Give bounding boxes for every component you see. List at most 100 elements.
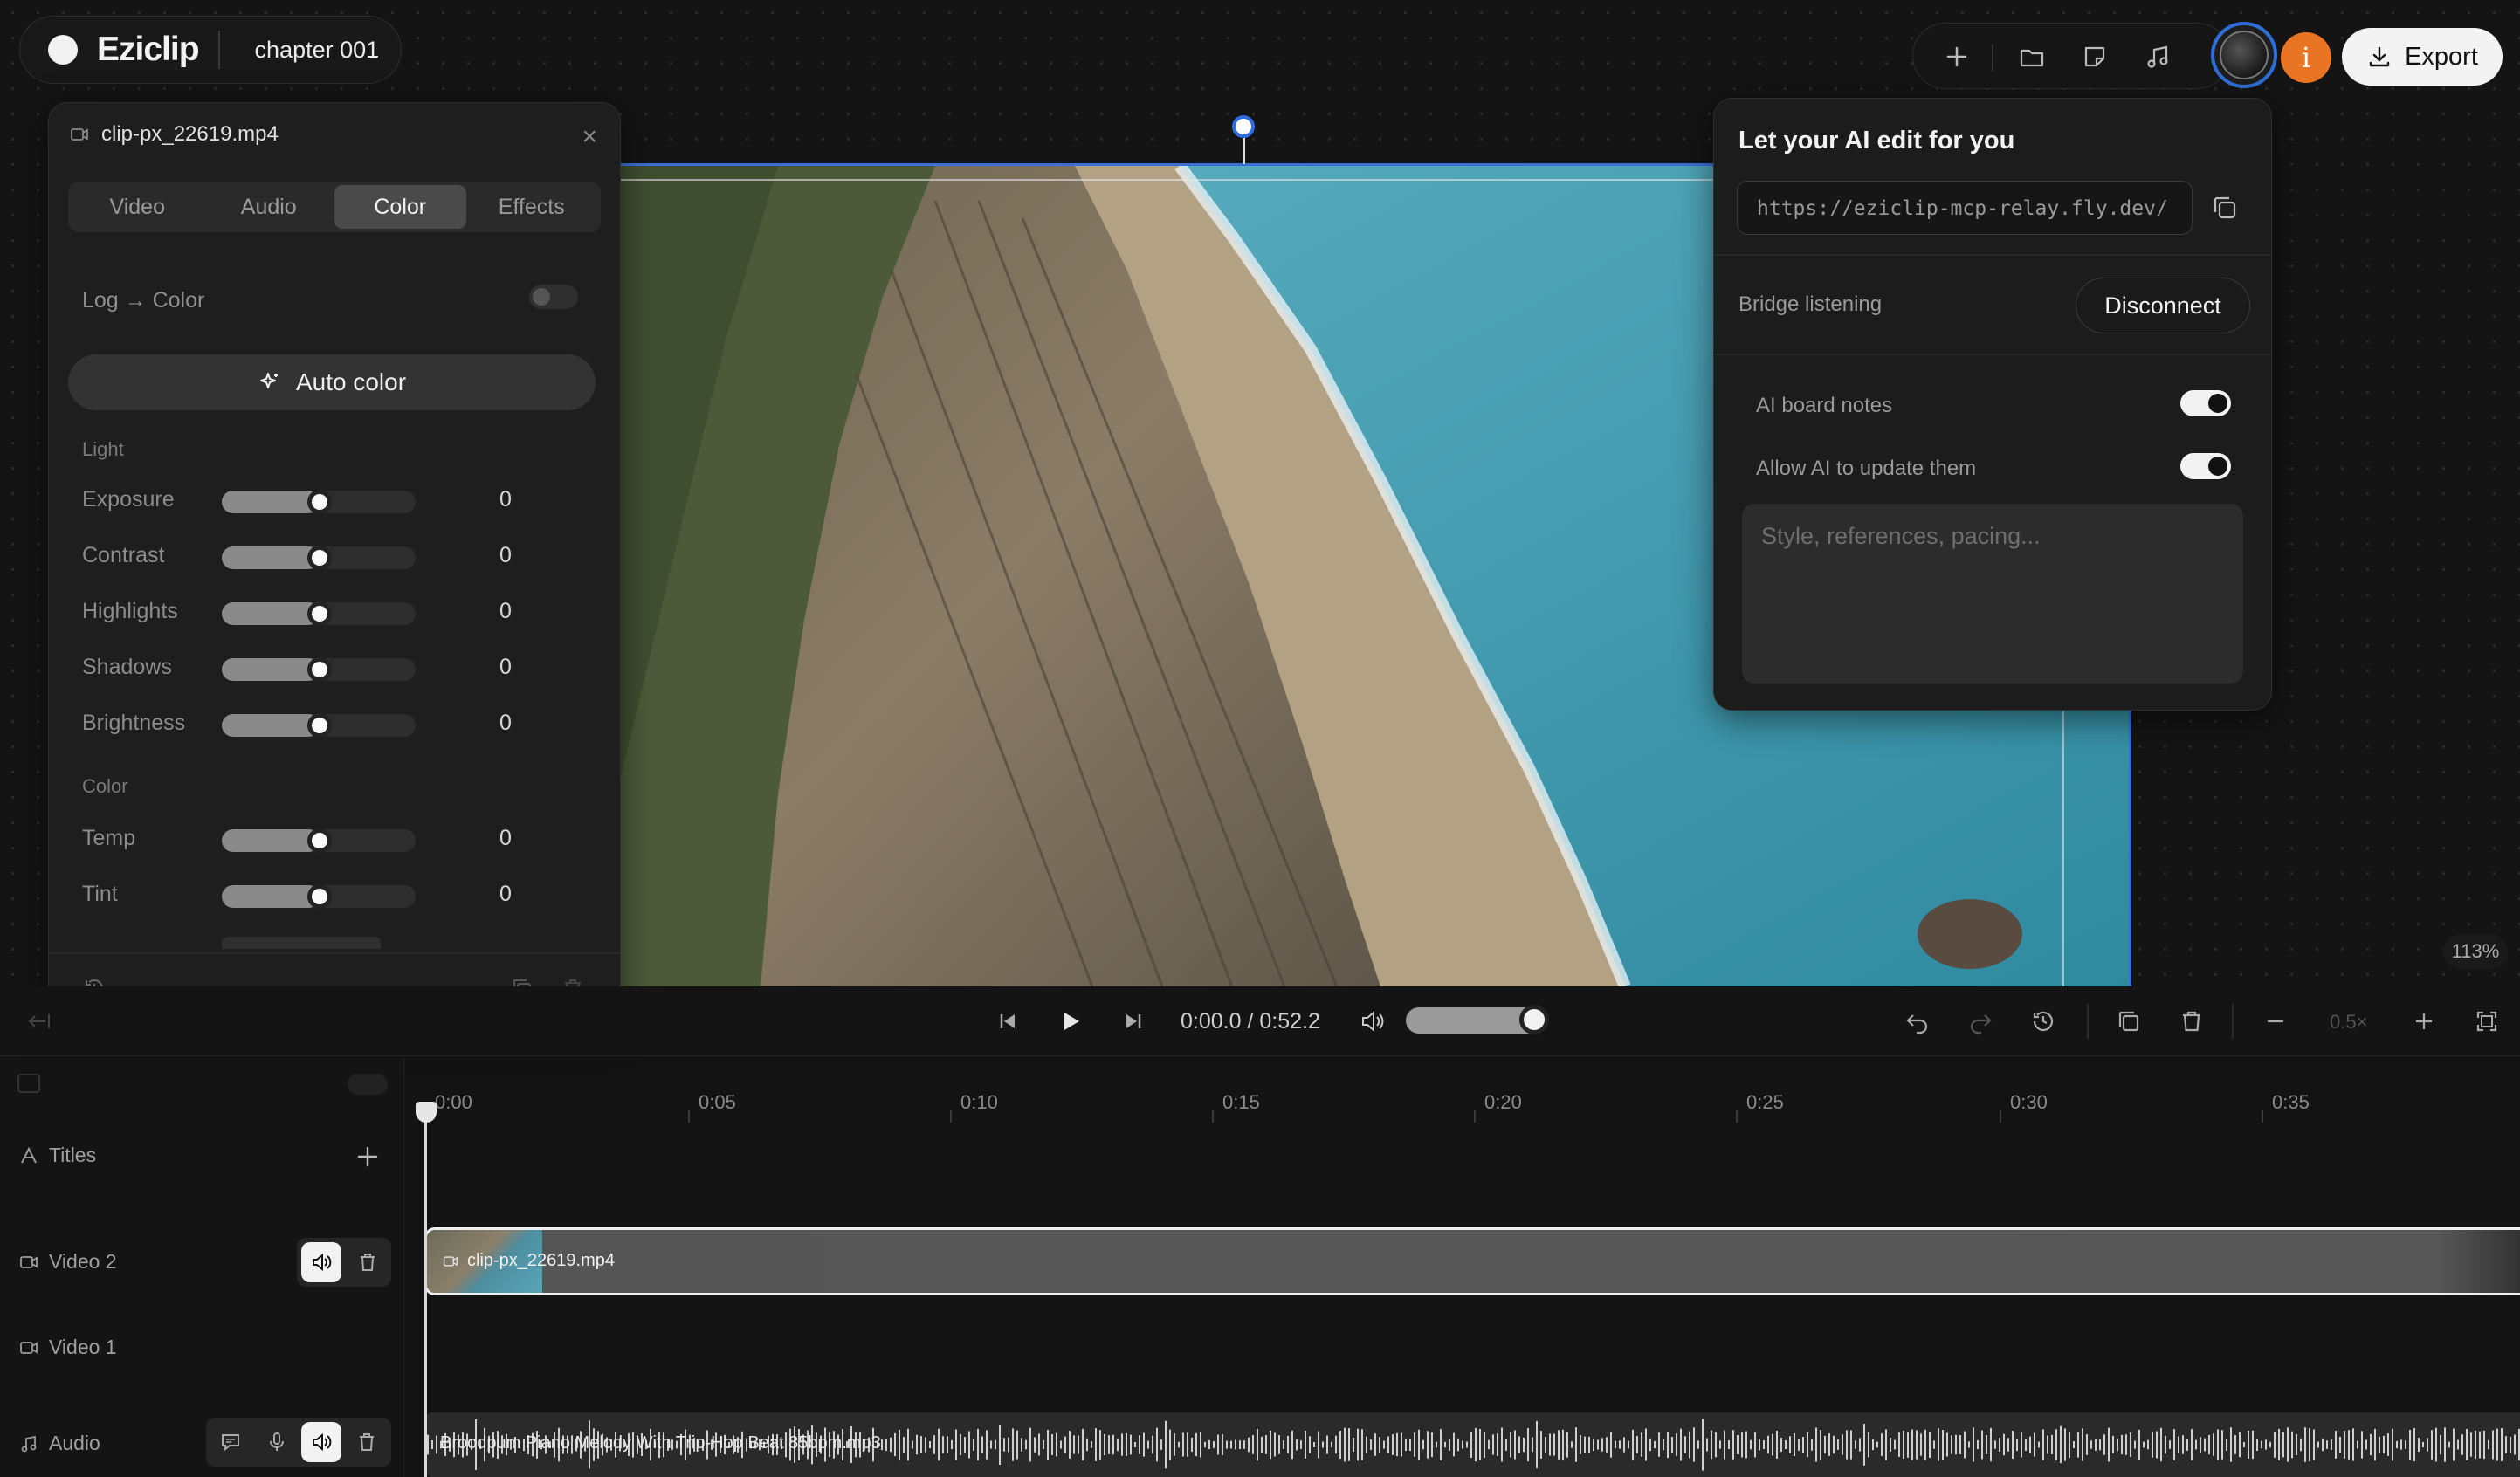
slider-knob[interactable] <box>307 601 332 626</box>
ruler-mark <box>950 1110 952 1123</box>
disconnect-button[interactable]: Disconnect <box>2076 278 2250 333</box>
ruler-mark <box>688 1110 690 1123</box>
volume-icon[interactable] <box>1359 1007 1387 1035</box>
slider-knob[interactable] <box>307 828 332 853</box>
slider-knob[interactable] <box>307 546 332 570</box>
rotate-handle[interactable] <box>1232 115 1255 138</box>
add-title-icon[interactable] <box>353 1142 382 1171</box>
highlights-row: Highlights 0 <box>82 594 571 629</box>
bridge-status: Bridge listening <box>1739 292 1883 316</box>
fit-screen-icon[interactable] <box>2473 1007 2501 1035</box>
sticky-note-icon[interactable] <box>2079 41 2110 72</box>
project-name[interactable]: chapter 001 <box>255 37 380 64</box>
zoom-out-icon[interactable] <box>2262 1007 2289 1035</box>
info-button[interactable]: i <box>2281 32 2331 83</box>
transport-divider <box>2087 1004 2089 1039</box>
slider-knob[interactable] <box>307 713 332 738</box>
track-label: Video 1 <box>49 1336 117 1358</box>
snap-toggle[interactable] <box>348 1074 388 1095</box>
slider-label: Contrast <box>82 543 165 567</box>
slider-knob[interactable] <box>307 490 332 514</box>
video-icon <box>443 1255 458 1267</box>
history-icon[interactable] <box>2029 1007 2057 1035</box>
track-label: Audio <box>49 1432 100 1454</box>
style-notes-textarea[interactable]: Style, references, pacing... <box>1742 504 2243 684</box>
sparkles-icon <box>259 373 278 388</box>
video-icon <box>20 1341 38 1354</box>
tab-color[interactable]: Color <box>334 185 466 229</box>
transport-bar: 0:00.0 / 0:52.2 0.5× <box>0 986 2520 1056</box>
microphone-icon[interactable] <box>257 1422 297 1462</box>
audio-clip-name: Broodpum Piano Melody With Trip-Hop Beat… <box>440 1433 881 1453</box>
board-notes-toggle[interactable] <box>2180 390 2231 416</box>
close-icon[interactable]: × <box>582 122 597 152</box>
tint-slider[interactable] <box>222 884 416 909</box>
ruler-mark <box>1736 1110 1738 1123</box>
ruler-label: 0:35 <box>2272 1091 2310 1113</box>
slider-label: Temp <box>82 826 136 850</box>
music-icon[interactable] <box>2142 41 2173 72</box>
tab-audio[interactable]: Audio <box>203 185 335 229</box>
relay-url-field[interactable]: https://eziclip-mcp-relay.fly.dev/ <box>1737 181 2193 235</box>
slider-value: 0 <box>499 826 512 850</box>
contrast-slider[interactable] <box>222 546 416 570</box>
log-to-color-toggle[interactable] <box>529 285 578 309</box>
allow-update-label: Allow AI to update them <box>1756 457 1977 480</box>
auto-color-button[interactable]: Auto color <box>68 354 596 410</box>
clip-label: clip-px_22619.mp4 <box>443 1251 615 1271</box>
download-icon <box>2369 46 2390 67</box>
playback-time: 0:00.0 / 0:52.2 <box>1181 1009 1320 1034</box>
folder-icon[interactable] <box>2016 41 2048 72</box>
logo-dot-icon <box>48 35 78 65</box>
playhead-handle[interactable] <box>416 1102 437 1123</box>
color-section-label: Color <box>82 775 128 797</box>
app-name: Eziclip <box>97 31 200 68</box>
trash-icon[interactable] <box>2178 1007 2206 1035</box>
volume-knob[interactable] <box>1519 1005 1549 1034</box>
light-section-label: Light <box>82 438 124 460</box>
slider-label: Tint <box>82 882 118 906</box>
undo-icon[interactable] <box>1904 1007 1931 1035</box>
plus-icon[interactable] <box>1941 41 1973 72</box>
video-2-audio-button[interactable] <box>301 1242 341 1282</box>
ruler-label: 0:05 <box>699 1091 736 1113</box>
tab-effects[interactable]: Effects <box>466 185 598 229</box>
exposure-slider[interactable] <box>222 490 416 514</box>
allow-update-toggle[interactable] <box>2180 453 2231 479</box>
log-to-color-label: Log → Color <box>82 288 205 313</box>
clip-filename: clip-px_22619.mp4 <box>101 122 279 146</box>
ruler-label: 0:15 <box>1222 1091 1260 1113</box>
play-icon[interactable] <box>1057 1007 1084 1035</box>
video-2-delete-icon[interactable] <box>348 1242 388 1282</box>
brightness-slider[interactable] <box>222 713 416 738</box>
clip-title: clip-px_22619.mp4 <box>70 122 279 147</box>
ruler-mark <box>1212 1110 1214 1123</box>
shadows-slider[interactable] <box>222 657 416 682</box>
captions-icon[interactable] <box>17 1074 40 1093</box>
skip-back-icon[interactable] <box>994 1007 1022 1035</box>
ai-orb-icon <box>2220 31 2269 79</box>
audio-delete-icon[interactable] <box>347 1422 387 1462</box>
zoom-in-icon[interactable] <box>2410 1007 2438 1035</box>
video-clip[interactable]: clip-px_22619.mp4 <box>424 1227 2520 1295</box>
temp-slider[interactable] <box>222 828 416 853</box>
export-button[interactable]: Export <box>2342 28 2503 86</box>
duplicate-icon[interactable] <box>2115 1007 2143 1035</box>
copy-icon[interactable] <box>2210 193 2240 223</box>
skip-forward-icon[interactable] <box>1119 1007 1147 1035</box>
tint-row: Tint 0 <box>82 876 571 911</box>
exposure-row: Exposure 0 <box>82 482 571 517</box>
slider-knob[interactable] <box>307 657 332 682</box>
ai-assistant-button[interactable] <box>2211 22 2277 88</box>
tab-video[interactable]: Video <box>72 185 203 229</box>
video-clip-name: clip-px_22619.mp4 <box>467 1251 615 1270</box>
captions-icon[interactable] <box>210 1422 251 1462</box>
board-notes-label: AI board notes <box>1756 394 1893 417</box>
redo-icon[interactable] <box>1966 1007 1994 1035</box>
collapse-left-icon[interactable] <box>26 1007 54 1035</box>
audio-volume-button[interactable] <box>301 1422 341 1462</box>
audio-clip[interactable]: Broodpum Piano Melody With Trip-Hop Beat… <box>424 1412 2520 1477</box>
music-icon <box>21 1435 37 1452</box>
highlights-slider[interactable] <box>222 601 416 626</box>
slider-knob[interactable] <box>307 884 332 909</box>
